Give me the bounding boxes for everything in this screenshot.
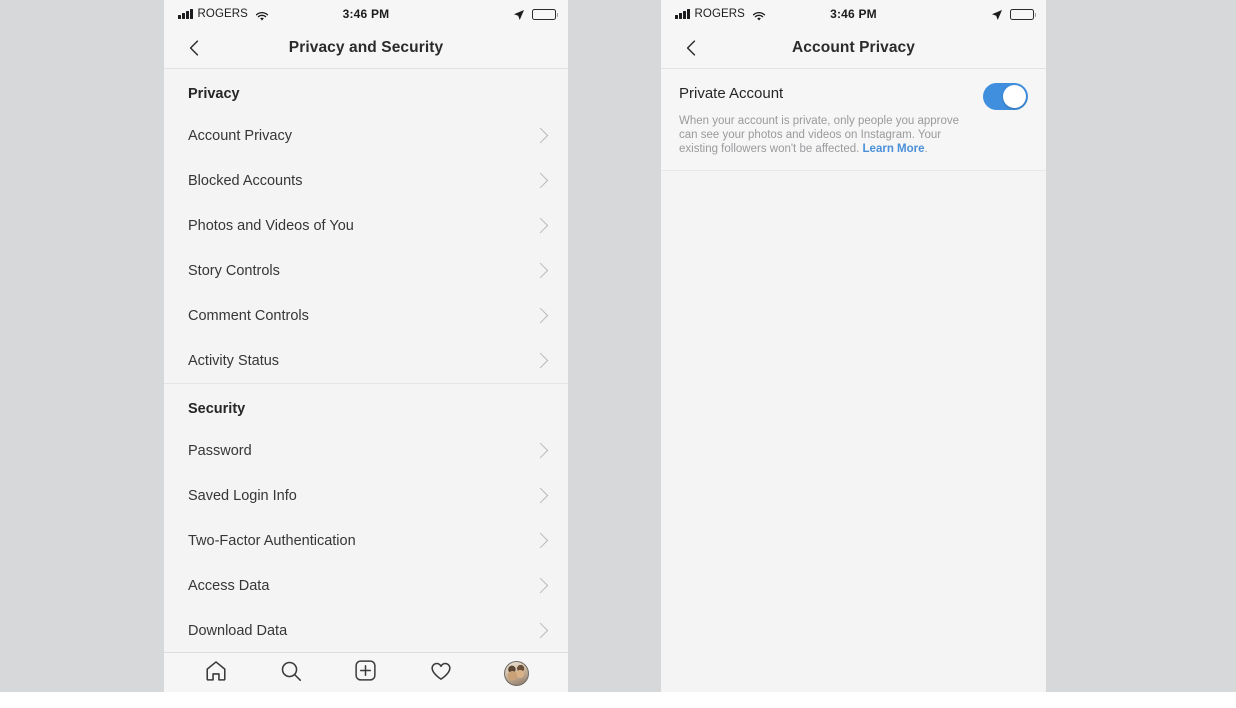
left-phone-screen: ROGERS 3:46 PM Privacy and Security Priv…: [164, 0, 568, 692]
chevron-right-icon: [532, 127, 549, 144]
clock-label: 3:46 PM: [830, 7, 877, 21]
list-item-download-data[interactable]: Download Data: [164, 608, 568, 653]
battery-icon: [1010, 8, 1036, 20]
search-icon: [279, 659, 303, 688]
chevron-right-icon: [532, 172, 549, 189]
status-bar-left: ROGERS 3:46 PM: [164, 0, 568, 28]
heart-icon: [429, 659, 453, 688]
tab-activity[interactable]: [424, 656, 458, 690]
private-account-label: Private Account: [679, 85, 784, 102]
status-bar-right-group: [513, 8, 558, 20]
tab-add-post[interactable]: [349, 656, 383, 690]
chevron-right-icon: [532, 217, 549, 234]
list-item-label: Saved Login Info: [188, 487, 297, 504]
private-account-row: Private Account: [679, 83, 1028, 110]
right-phone-screen: ROGERS 3:46 PM Account Privacy Private A…: [661, 0, 1046, 692]
back-button[interactable]: [182, 36, 206, 60]
nav-bar-right: Account Privacy: [661, 28, 1046, 69]
profile-avatar: [503, 660, 529, 686]
list-item-label: Download Data: [188, 622, 288, 639]
private-account-setting: Private Account When your account is pri…: [661, 69, 1046, 171]
description-period: .: [924, 143, 928, 155]
list-item-label: Password: [188, 442, 252, 459]
tab-search[interactable]: [274, 656, 308, 690]
toggle-knob: [1003, 85, 1026, 108]
chevron-right-icon: [532, 532, 549, 549]
private-account-description: When your account is private, only peopl…: [679, 114, 971, 156]
list-item-two-factor-authentication[interactable]: Two-Factor Authentication: [164, 518, 568, 563]
location-arrow-icon: [513, 8, 525, 20]
section-header-security: Security: [188, 401, 246, 417]
list-item-activity-status[interactable]: Activity Status: [164, 338, 568, 383]
nav-bar-left: Privacy and Security: [164, 28, 568, 69]
private-account-toggle[interactable]: [983, 83, 1028, 110]
list-item-story-controls[interactable]: Story Controls: [164, 248, 568, 293]
home-icon: [204, 659, 228, 688]
list-item-label: Access Data: [188, 577, 270, 594]
list-item-photos-and-videos-of-you[interactable]: Photos and Videos of You: [164, 203, 568, 248]
chevron-right-icon: [532, 307, 549, 324]
tab-home[interactable]: [199, 656, 233, 690]
list-item-label: Account Privacy: [188, 127, 292, 144]
list-item-label: Activity Status: [188, 352, 280, 369]
list-item-label: Story Controls: [188, 262, 280, 279]
back-button[interactable]: [679, 36, 703, 60]
location-arrow-icon: [991, 8, 1003, 20]
list-item-blocked-accounts[interactable]: Blocked Accounts: [164, 158, 568, 203]
status-bar-right-group: [991, 8, 1036, 20]
list-item-label: Two-Factor Authentication: [188, 532, 356, 549]
chevron-right-icon: [532, 487, 549, 504]
status-bar-right: ROGERS 3:46 PM: [661, 0, 1046, 28]
add-post-icon: [354, 659, 377, 687]
learn-more-link[interactable]: Learn More: [863, 143, 925, 155]
chevron-right-icon: [532, 352, 549, 369]
page-title: Account Privacy: [792, 39, 915, 56]
chevron-right-icon: [532, 577, 549, 594]
battery-icon: [532, 8, 558, 20]
settings-list: Privacy Account Privacy Blocked Accounts…: [164, 69, 568, 652]
page-title: Privacy and Security: [288, 39, 444, 56]
list-item-label: Blocked Accounts: [188, 172, 303, 189]
list-item-label: Photos and Videos of You: [188, 217, 354, 234]
chevron-right-icon: [532, 262, 549, 279]
list-item-access-data[interactable]: Access Data: [164, 563, 568, 608]
chevron-right-icon: [532, 442, 549, 459]
list-item-label: Comment Controls: [188, 307, 309, 324]
chevron-right-icon: [532, 622, 549, 639]
clock-label: 3:46 PM: [342, 7, 390, 21]
section-header-privacy: Privacy: [188, 86, 240, 102]
list-item-saved-login-info[interactable]: Saved Login Info: [164, 473, 568, 518]
account-privacy-body: Private Account When your account is pri…: [661, 69, 1046, 692]
tab-profile[interactable]: [499, 656, 533, 690]
tab-bar: [164, 652, 568, 692]
list-item-comment-controls[interactable]: Comment Controls: [164, 293, 568, 338]
list-item-password[interactable]: Password: [164, 428, 568, 473]
list-item-account-privacy[interactable]: Account Privacy: [164, 113, 568, 158]
